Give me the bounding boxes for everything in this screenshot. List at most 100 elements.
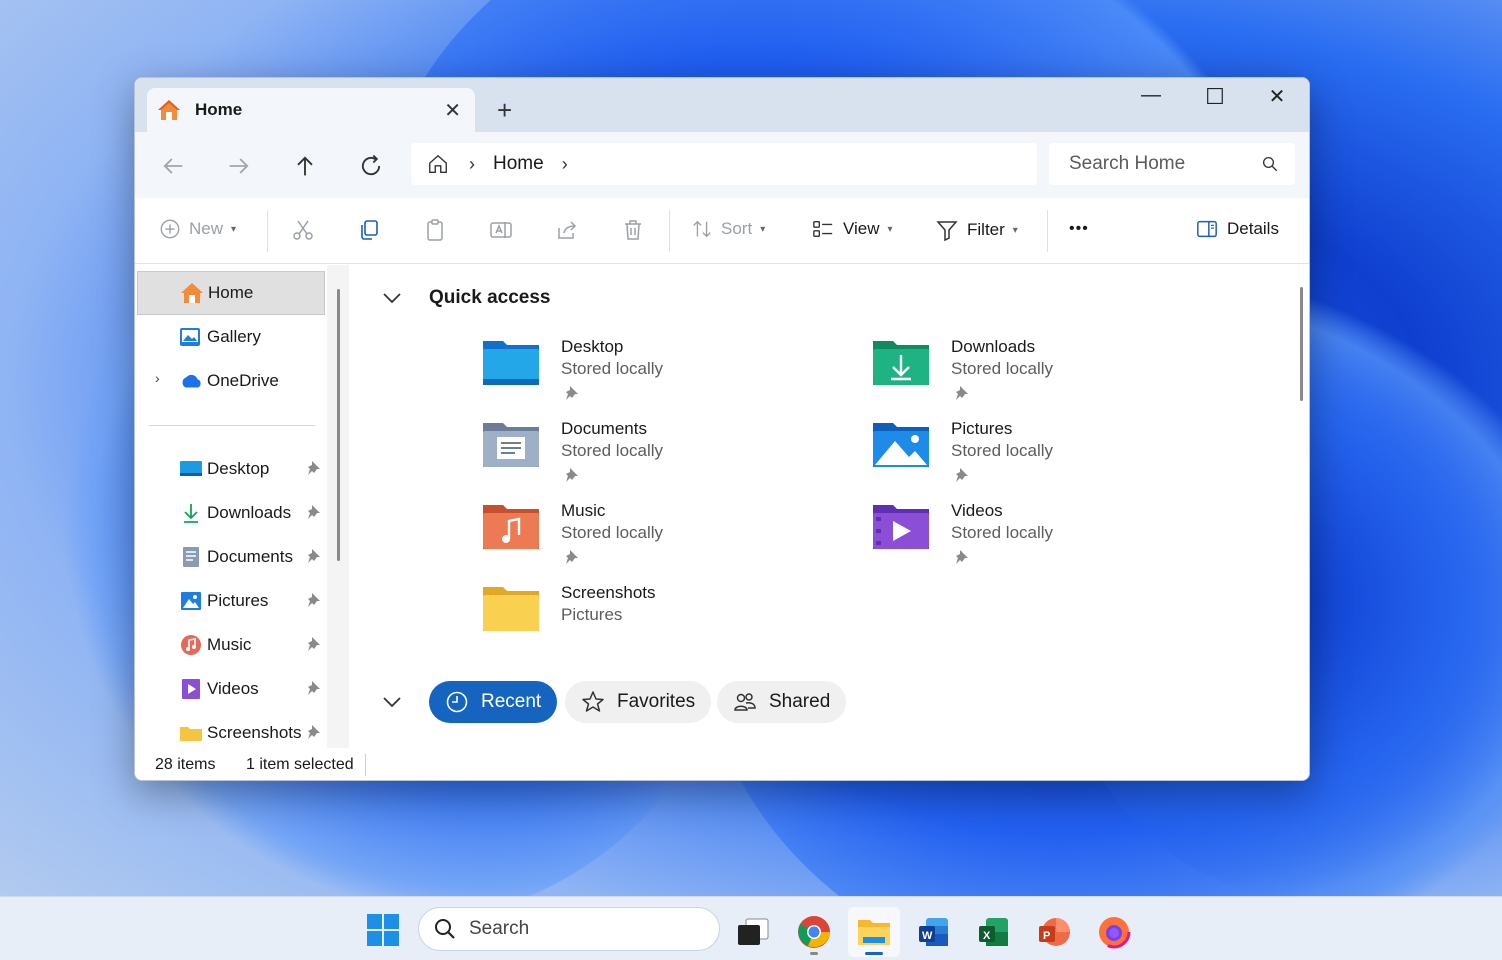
recent-tab[interactable]: Recent [429,681,558,723]
sidebar-item-downloads[interactable]: Downloads [137,491,325,535]
sort-label: Sort [721,219,753,238]
file-explorer-icon[interactable] [848,907,900,957]
content-scrollbar[interactable] [1300,287,1303,401]
address-bar[interactable]: › Home › [411,143,1037,185]
view-label: View [843,219,880,238]
tab-home[interactable]: Home ✕ [147,88,475,132]
sidebar-item-documents[interactable]: Documents [137,535,325,579]
pictures-folder-icon [873,423,929,467]
powerpoint-icon[interactable]: P [1028,907,1080,957]
pin-icon[interactable] [565,549,579,565]
quick-access-header[interactable]: Quick access [381,287,550,309]
folder-music[interactable]: Music Stored locally [481,501,781,581]
chevron-down-icon: ▾ [887,223,893,235]
breadcrumb-home[interactable]: Home [493,153,544,175]
firefox-icon[interactable] [1088,907,1140,957]
downloads-icon [179,502,203,524]
tab-close-icon[interactable]: ✕ [444,98,461,123]
music-icon [179,634,203,656]
pin-icon[interactable] [307,636,321,652]
maximize-button[interactable]: ☐ [1195,84,1235,110]
delete-icon[interactable] [621,218,645,242]
videos-icon [179,678,203,700]
home-outline-icon[interactable] [427,153,449,175]
chevron-right-icon[interactable]: › [155,370,160,386]
onedrive-icon [179,370,203,392]
chevron-down-icon[interactable] [381,695,403,709]
word-icon[interactable]: W [908,907,960,957]
copy-icon[interactable] [357,218,381,242]
pictures-icon [179,590,203,612]
chrome-icon[interactable] [788,907,840,957]
sidebar-item-music[interactable]: Music [137,623,325,667]
pin-icon[interactable] [565,467,579,483]
filter-button[interactable]: Filter ▾ [935,218,1018,242]
music-folder-icon [483,505,539,549]
pin-icon[interactable] [955,467,969,483]
pin-icon[interactable] [307,724,321,740]
divider [1047,210,1048,252]
breadcrumb-chevron-icon[interactable]: › [562,154,568,175]
minimize-button[interactable]: — [1131,84,1171,107]
details-button[interactable]: Details [1195,218,1279,240]
folder-documents[interactable]: Documents Stored locally [481,419,781,499]
back-arrow-icon[interactable] [159,152,187,180]
pin-icon[interactable] [307,460,321,476]
pin-icon[interactable] [565,385,579,401]
paste-icon[interactable] [423,218,447,242]
folder-name: Pictures [951,419,1013,438]
breadcrumb-chevron-icon[interactable]: › [469,154,475,175]
pin-icon[interactable] [307,680,321,696]
sidebar-item-pictures[interactable]: Pictures [137,579,325,623]
shared-label: Shared [769,691,831,712]
tab-title: Home [195,100,243,119]
sidebar-item-gallery[interactable]: Gallery [137,315,325,359]
more-options-button[interactable]: ••• [1069,220,1089,238]
cut-icon[interactable] [291,218,315,242]
plus-circle-icon [160,219,180,239]
search-box[interactable]: Search Home [1049,143,1295,185]
refresh-icon[interactable] [357,152,385,180]
sidebar-item-label: Videos [207,679,259,698]
pin-icon[interactable] [955,549,969,565]
folder-screenshots[interactable]: Screenshots Pictures [481,583,781,663]
up-arrow-icon[interactable] [291,152,319,180]
favorites-tab[interactable]: Favorites [565,681,712,723]
rename-icon[interactable] [489,218,513,242]
windows-start-icon[interactable] [366,913,400,947]
folder-downloads[interactable]: Downloads Stored locally [871,337,1171,417]
folder-location: Pictures [561,605,623,624]
sort-button[interactable]: Sort ▾ [691,218,765,240]
folder-desktop[interactable]: Desktop Stored locally [481,337,781,417]
desktop-folder-icon [483,341,539,385]
chevron-down-icon[interactable] [381,291,403,305]
folder-pictures[interactable]: Pictures Stored locally [871,419,1171,499]
sidebar-scrollbar[interactable] [337,289,340,561]
item-count: 28 items [155,756,216,773]
excel-icon[interactable]: X [968,907,1020,957]
share-icon[interactable] [555,218,579,242]
favorites-label: Favorites [617,691,696,712]
file-explorer-window: Home ✕ + — ☐ ✕ › Home › Search Home New … [134,77,1310,781]
new-button[interactable]: New ▾ [159,218,236,240]
pin-icon[interactable] [955,385,969,401]
divider [669,210,670,252]
forward-arrow-icon[interactable] [225,152,253,180]
shared-tab[interactable]: Shared [717,681,847,723]
new-tab-button[interactable]: + [497,95,512,126]
pin-icon[interactable] [307,592,321,608]
view-button[interactable]: View ▾ [811,218,893,240]
folder-videos[interactable]: Videos Stored locally [871,501,1171,581]
sidebar-item-home[interactable]: Home [137,271,325,315]
taskbar-search[interactable]: Search [418,907,720,951]
folder-name: Desktop [561,337,624,356]
task-view-icon[interactable] [727,907,779,957]
pin-icon[interactable] [307,548,321,564]
pin-icon[interactable] [307,504,321,520]
sidebar-item-videos[interactable]: Videos [137,667,325,711]
sidebar-item-onedrive[interactable]: › OneDrive [137,359,325,403]
sidebar-item-desktop[interactable]: Desktop [137,447,325,491]
search-icon [1262,156,1278,172]
home-icon [180,282,204,304]
close-button[interactable]: ✕ [1257,84,1297,109]
